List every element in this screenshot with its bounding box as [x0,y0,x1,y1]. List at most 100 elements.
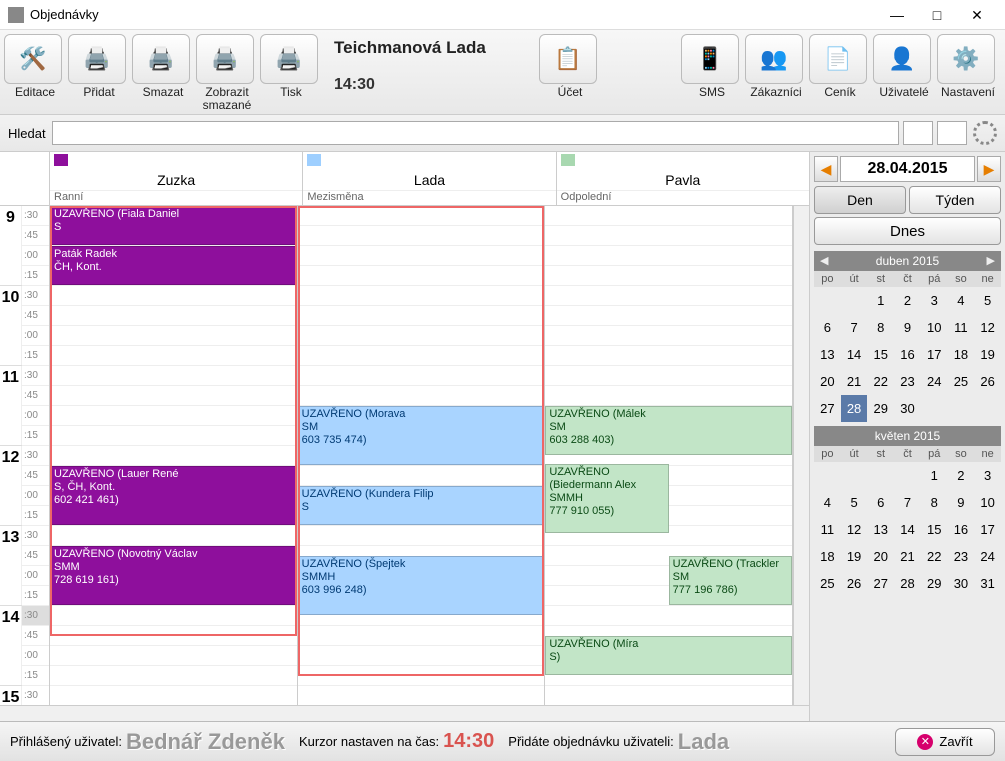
calendar-day[interactable]: 16 [948,516,975,543]
calendar-day[interactable]: 29 [867,395,894,422]
toolbar-ceník-button[interactable]: 📄 [809,34,867,84]
calendar-day[interactable]: 21 [894,543,921,570]
calendar-day[interactable]: 25 [814,570,841,597]
calendar-day[interactable]: 16 [894,341,921,368]
staff-header[interactable]: Zuzka Ranní [50,152,303,205]
next-day-button[interactable]: ▶ [977,156,1001,182]
calendar-grid[interactable]: 9:30:45:00:1510:30:45:00:1511:30:45:00:1… [0,206,809,705]
calendar-day[interactable]: 13 [814,341,841,368]
calendar-day[interactable]: 19 [974,341,1001,368]
calendar-day[interactable]: 12 [841,516,868,543]
calendar-day[interactable]: 17 [921,341,948,368]
calendar-day[interactable]: 26 [841,570,868,597]
calendar-day[interactable]: 31 [974,570,1001,597]
calendar-day[interactable]: 21 [841,368,868,395]
calendar-day[interactable]: 14 [894,516,921,543]
date-field[interactable]: 28.04.2015 [840,156,975,182]
today-button[interactable]: Dnes [814,217,1001,245]
appointment[interactable]: UZAVŘENO (Biedermann Alex SMMH 777 910 0… [545,464,668,533]
calendar-day[interactable]: 17 [974,516,1001,543]
calendar-day[interactable]: 1 [867,287,894,314]
calendar-day[interactable]: 7 [894,489,921,516]
appointment[interactable]: UZAVŘENO (Málek SM 603 288 403) [545,406,792,455]
calendar-day[interactable]: 6 [867,489,894,516]
calendar-day[interactable]: 20 [867,543,894,570]
calendar-day[interactable]: 28 [894,570,921,597]
appointment[interactable]: UZAVŘENO (Lauer René S, ČH, Kont. 602 42… [50,466,297,525]
calendar-day[interactable]: 11 [814,516,841,543]
toolbar-tisk-button[interactable]: 🖨️ [260,34,318,84]
appointment[interactable]: UZAVŘENO (Novotný Václav SMM 728 619 161… [50,546,297,605]
calendar-day[interactable]: 2 [948,462,975,489]
calendar-day[interactable]: 27 [814,395,841,422]
toolbar-editace-button[interactable]: 🛠️ [4,34,62,84]
calendar-day[interactable]: 12 [974,314,1001,341]
calendar-day[interactable]: 29 [921,570,948,597]
vertical-scrollbar[interactable] [793,206,809,705]
view-day-button[interactable]: Den [814,186,906,214]
appointment[interactable]: Paták Radek ČH, Kont. [50,246,297,285]
staff-header[interactable]: Lada Mezisměna [303,152,556,205]
view-week-button[interactable]: Týden [909,186,1001,214]
toolbar-smazat-button[interactable]: 🖨️ [132,34,190,84]
calendar-day[interactable]: 15 [867,341,894,368]
calendar-day[interactable]: 27 [867,570,894,597]
calendar-day[interactable]: 11 [948,314,975,341]
day-column-pavla[interactable]: UZAVŘENO (Málek SM 603 288 403) UZAVŘENO … [545,206,793,705]
prev-month-button[interactable]: ◀ [820,254,828,267]
appointment[interactable]: UZAVŘENO (Míra S) [545,636,792,675]
calendar-day[interactable]: 14 [841,341,868,368]
search-aux2[interactable] [937,121,967,145]
calendar-day[interactable]: 24 [974,543,1001,570]
calendar-day[interactable]: 13 [867,516,894,543]
day-column-zuzka[interactable]: UZAVŘENO (Fiala Daniel SPaták Radek ČH, … [50,206,298,705]
close-button[interactable]: ✕ Zavřít [895,728,995,756]
toolbar-zobrazit smazané-button[interactable]: 🖨️ [196,34,254,84]
search-aux1[interactable] [903,121,933,145]
close-window-button[interactable]: ✕ [957,1,997,29]
calendar-day[interactable]: 2 [894,287,921,314]
calendar-day[interactable]: 15 [921,516,948,543]
account-button[interactable]: 📋 [539,34,597,84]
search-input[interactable] [52,121,899,145]
calendar-day[interactable]: 7 [841,314,868,341]
calendar-day[interactable]: 28 [841,395,868,422]
calendar-day[interactable]: 4 [948,287,975,314]
calendar-day[interactable]: 10 [974,489,1001,516]
calendar-day[interactable]: 8 [921,489,948,516]
appointment[interactable]: UZAVŘENO (Morava SM 603 735 474) [298,406,545,465]
appointment[interactable]: UZAVŘENO (Kundera Filip S [298,486,545,525]
day-column-lada[interactable]: UZAVŘENO (Morava SM 603 735 474) UZAVŘENO… [298,206,546,705]
appointment[interactable]: UZAVŘENO (Fiala Daniel S [50,206,297,245]
calendar-day[interactable]: 30 [894,395,921,422]
calendar-day[interactable]: 9 [948,489,975,516]
prev-day-button[interactable]: ◀ [814,156,838,182]
calendar-day[interactable]: 18 [814,543,841,570]
minimize-button[interactable]: — [877,1,917,29]
calendar-day[interactable]: 23 [894,368,921,395]
toolbar-uživatelé-button[interactable]: 👤 [873,34,931,84]
calendar-day[interactable]: 18 [948,341,975,368]
calendar-day[interactable]: 24 [921,368,948,395]
calendar-day[interactable]: 3 [921,287,948,314]
calendar-day[interactable]: 9 [894,314,921,341]
toolbar-sms-button[interactable]: 📱 [681,34,739,84]
toolbar-nastavení-button[interactable]: ⚙️ [937,34,995,84]
next-month-button[interactable]: ▶ [987,254,995,267]
calendar-day[interactable]: 4 [814,489,841,516]
calendar-day[interactable]: 8 [867,314,894,341]
calendar-day[interactable]: 3 [974,462,1001,489]
calendar-day[interactable]: 19 [841,543,868,570]
calendar-day[interactable]: 5 [974,287,1001,314]
calendar-day[interactable]: 22 [867,368,894,395]
calendar-day[interactable]: 6 [814,314,841,341]
calendar-day[interactable]: 25 [948,368,975,395]
horizontal-scrollbar[interactable] [0,705,809,721]
toolbar-přidat-button[interactable]: 🖨️ [68,34,126,84]
calendar-day[interactable]: 30 [948,570,975,597]
toolbar-zákazníci-button[interactable]: 👥 [745,34,803,84]
appointment[interactable]: UZAVŘENO (Trackler SM 777 196 786) [669,556,792,605]
staff-header[interactable]: Pavla Odpolední [557,152,809,205]
appointment[interactable]: UZAVŘENO (Špejtek SMMH 603 996 248) [298,556,545,615]
calendar-day[interactable]: 26 [974,368,1001,395]
